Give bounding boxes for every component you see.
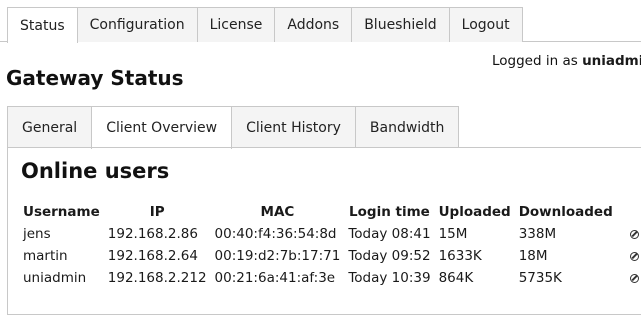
logged-in-username: uniadmin [582,53,641,69]
tab-logout[interactable]: Logout [448,7,523,42]
tab-bandwidth[interactable]: Bandwidth [354,106,460,148]
block-icon[interactable] [629,273,639,283]
block-icon[interactable] [629,229,639,239]
column-header-login-time: Login time [349,204,430,220]
cell-uploaded: 1633K [438,248,482,264]
cell-mac: 00:19:d2:7b:17:71 [214,248,341,264]
section-title: Online users [21,159,170,183]
cell-actions [617,245,641,267]
cell-downloaded: 5735K [518,270,562,286]
cell-actions [617,267,641,289]
tab-blueshield[interactable]: Blueshield [351,7,450,42]
column-header-downloaded: Downloaded [518,204,613,220]
login-status: Logged in as uniadmin [492,53,641,69]
table-row: uniadmin 192.168.2.212 00:21:6a:41:af:3e… [21,267,641,289]
tab-general[interactable]: General [7,106,93,148]
online-users-table: Username IP MAC Login time Uploaded Down… [21,203,641,289]
cell-username: jens [23,226,51,242]
top-tabs: Status Configuration License Addons Blue… [7,7,523,43]
cell-ip: 192.168.2.64 [107,248,198,264]
login-prefix: Logged in as [492,53,578,69]
cell-downloaded: 338M [518,226,557,242]
tab-license[interactable]: License [196,7,276,42]
cell-mac: 00:21:6a:41:af:3e [214,270,336,286]
page-title: Gateway Status [6,66,184,90]
cell-uploaded: 864K [438,270,474,286]
cell-ip: 192.168.2.86 [107,226,198,242]
cell-login-time: Today 10:39 [348,270,431,286]
cell-login-time: Today 09:52 [348,248,431,264]
sub-tabs: General Client Overview Client History B… [7,106,460,149]
cell-login-time: Today 08:41 [348,226,431,242]
top-nav-bar: Status Configuration License Addons Blue… [0,0,641,43]
column-header-uploaded: Uploaded [438,204,511,220]
table-header-row: Username IP MAC Login time Uploaded Down… [21,203,641,223]
column-header-ip: IP [149,204,165,220]
block-icon[interactable] [629,251,639,261]
tab-configuration[interactable]: Configuration [76,7,198,42]
tab-client-history[interactable]: Client History [231,106,356,148]
cell-downloaded: 18M [518,248,548,264]
column-header-mac: MAC [260,204,295,220]
cell-username: martin [23,248,68,264]
cell-actions [617,223,641,245]
column-header-username: Username [23,204,100,220]
table-row: martin 192.168.2.64 00:19:d2:7b:17:71 To… [21,245,641,267]
cell-username: uniadmin [23,270,87,286]
tab-client-overview[interactable]: Client Overview [91,106,233,149]
tab-status[interactable]: Status [7,7,78,43]
cell-mac: 00:40:f4:36:54:8d [214,226,337,242]
client-overview-panel: Online users Username IP MAC Login time … [7,147,641,315]
column-header-actions [617,203,641,223]
tab-addons[interactable]: Addons [274,7,353,42]
cell-uploaded: 15M [438,226,468,242]
table-row: jens 192.168.2.86 00:40:f4:36:54:8d Toda… [21,223,641,245]
cell-ip: 192.168.2.212 [107,270,207,286]
